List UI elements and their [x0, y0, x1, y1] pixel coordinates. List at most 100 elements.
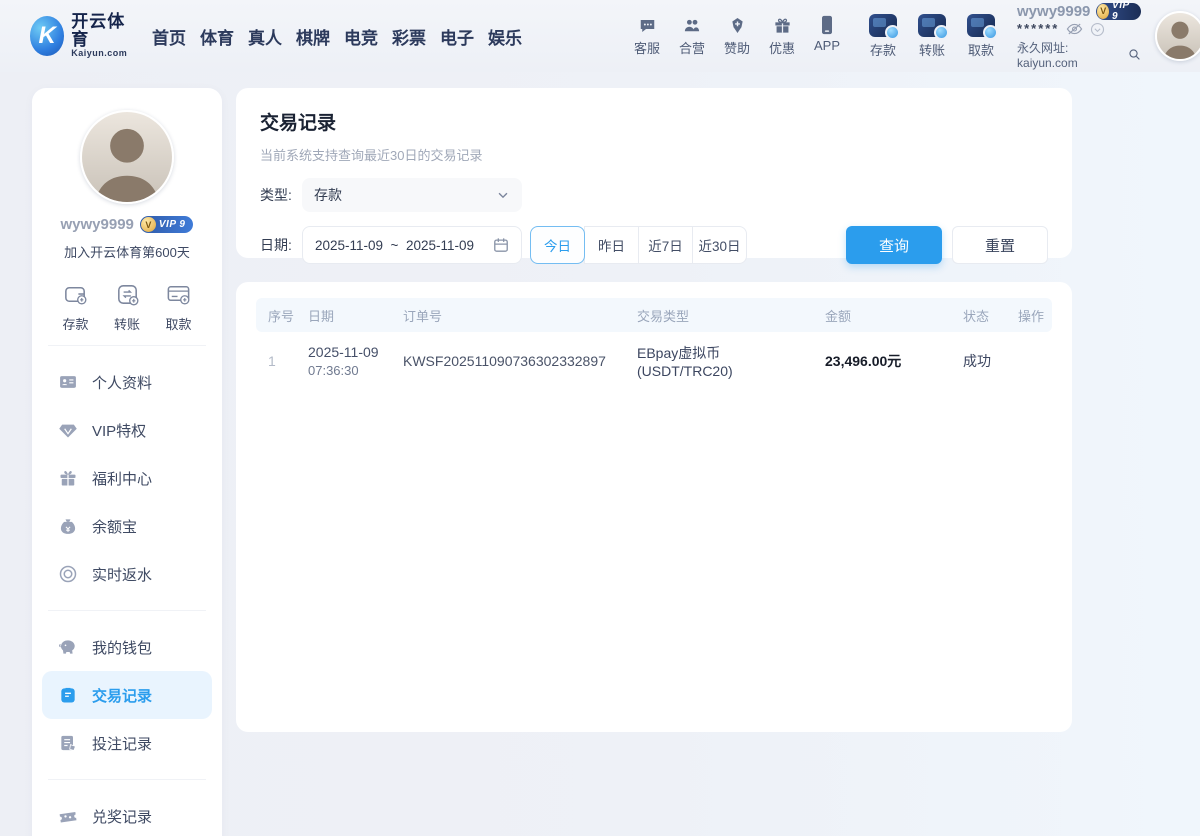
action-label: 取款 [165, 317, 192, 332]
menu-label: 投注记录 [92, 735, 153, 753]
nav-board-games[interactable]: 棋牌 [293, 20, 333, 53]
support-button[interactable]: 客服 [629, 15, 665, 57]
profile-vip-badge: V VIP 9 [139, 216, 194, 233]
nav-live-casino[interactable]: 真人 [245, 20, 285, 53]
tool-label: APP [814, 38, 841, 53]
nav-lottery[interactable]: 彩票 [389, 20, 429, 53]
menu-label: 个人资料 [92, 374, 153, 392]
sidebar-item-wallet[interactable]: 我的钱包 [42, 623, 212, 671]
row-amount: 23,496.00元 [825, 353, 902, 369]
nav-entertainment[interactable]: 娱乐 [485, 20, 525, 53]
vip-icon [58, 420, 78, 440]
divider [48, 345, 206, 346]
nav-home[interactable]: 首页 [149, 20, 189, 53]
deposit-outline-icon [62, 281, 89, 308]
promo-button[interactable]: 优惠 [764, 15, 800, 57]
preset-30days[interactable]: 近30日 [692, 226, 747, 264]
page: K 开云体育 Kaiyun.com 首页 体育 真人 棋牌 电竞 彩票 电子 娱… [0, 0, 1200, 836]
preset-today[interactable]: 今日 [530, 226, 585, 264]
transactions-icon [58, 685, 78, 705]
eye-off-icon[interactable] [1066, 22, 1083, 36]
nav-slots[interactable]: 电子 [437, 20, 477, 53]
preset-7days[interactable]: 近7日 [638, 226, 693, 264]
user-block: wywy9999 V VIP 9 ****** 永久网址: kaiyun.com [1017, 0, 1141, 70]
tool-label: 赞助 [724, 41, 751, 56]
yuebao-icon [58, 516, 78, 536]
col-status: 状态 [951, 298, 1006, 332]
partner-button[interactable]: 合营 [674, 15, 710, 57]
top-tools: 客服 合营 赞助 优惠 APP [629, 15, 845, 57]
menu-label: 兑奖记录 [92, 808, 153, 826]
sponsor-button[interactable]: 赞助 [719, 15, 755, 57]
action-label: 转账 [113, 317, 140, 332]
tool-label: 客服 [634, 41, 661, 56]
deposit-button[interactable]: 存款 [865, 13, 901, 59]
query-button[interactable]: 查询 [846, 226, 942, 264]
magnifier-icon[interactable] [1128, 48, 1141, 61]
wallet-icon [58, 637, 78, 657]
vip-crest-icon: V [140, 217, 156, 232]
app-button[interactable]: APP [809, 15, 845, 57]
nav-esports[interactable]: 电竞 [341, 20, 381, 53]
permanent-url[interactable]: 永久网址: kaiyun.com [1017, 39, 1125, 70]
sidebar-item-profile[interactable]: 个人资料 [42, 358, 212, 406]
tool-label: 转账 [919, 42, 946, 58]
vip-badge: V VIP 9 [1096, 0, 1141, 22]
preset-yesterday[interactable]: 昨日 [584, 226, 639, 264]
masked-balance: ****** [1017, 21, 1060, 36]
col-action: 操作 [1006, 298, 1052, 332]
date-range-picker[interactable]: 2025-11-09 ~ 2025-11-09 [302, 226, 522, 264]
reset-button[interactable]: 重置 [952, 226, 1048, 264]
sidebar-item-redeem[interactable]: 兑奖记录 [42, 792, 212, 836]
sidebar-item-rebate[interactable]: 实时返水 [42, 550, 212, 598]
deposit-action[interactable]: 存款 [62, 281, 89, 333]
username[interactable]: wywy9999 [1017, 3, 1090, 20]
sidebar-item-yuebao[interactable]: 余额宝 [42, 502, 212, 550]
col-date: 日期 [296, 298, 391, 332]
row-time: 07:36:30 [308, 362, 359, 378]
type-filter-row: 类型: 存款 [260, 178, 1048, 212]
transfer-button[interactable]: 转账 [914, 13, 950, 59]
records-table: 序号 日期 订单号 交易类型 金额 状态 操作 1 2025-11-09 07:… [256, 298, 1052, 390]
transfer-outline-icon [114, 281, 141, 308]
profile-avatar[interactable] [80, 110, 174, 204]
date-filter-row: 日期: 2025-11-09 ~ 2025-11-09 今日 昨日 近7日 近3… [260, 226, 1048, 264]
menu-label: VIP特权 [92, 422, 147, 440]
filter-buttons: 查询 重置 [846, 226, 1048, 264]
page-subtitle: 当前系统支持查询最近30日的交易记录 [260, 148, 483, 163]
filter-card: 交易记录 当前系统支持查询最近30日的交易记录 类型: 存款 日期: 2025-… [236, 88, 1072, 264]
tool-label: 优惠 [769, 41, 796, 56]
date-range-presets: 今日 昨日 近7日 近30日 [530, 226, 747, 264]
user-avatar[interactable] [1154, 11, 1200, 61]
sidebar-item-bets[interactable]: 投注记录 [42, 719, 212, 767]
top-bar: K 开云体育 Kaiyun.com 首页 体育 真人 棋牌 电竞 彩票 电子 娱… [0, 0, 1200, 72]
sponsor-icon [728, 15, 747, 35]
transfer-action[interactable]: 转账 [114, 281, 141, 333]
site-logo[interactable]: K 开云体育 Kaiyun.com [30, 13, 133, 58]
sidebar-item-transactions[interactable]: 交易记录 [42, 671, 212, 719]
withdraw-action[interactable]: 取款 [165, 281, 192, 333]
sidebar-item-welfare[interactable]: 福利中心 [42, 454, 212, 502]
refresh-circle-icon[interactable] [1090, 22, 1105, 37]
withdraw-button[interactable]: 取款 [963, 13, 999, 59]
logo-text: 开云体育 Kaiyun.com [71, 13, 133, 58]
sidebar-quick-actions: 存款 转账 取款 [32, 281, 222, 333]
welfare-icon [58, 468, 78, 488]
app-icon [820, 15, 834, 35]
table-header-row: 序号 日期 订单号 交易类型 金额 状态 操作 [256, 298, 1052, 332]
sidebar-menu: 个人资料 VIP特权 福利中心 余额宝 实时返水 [32, 358, 222, 598]
sidebar-menu: 我的钱包 交易记录 投注记录 [32, 623, 222, 767]
chevron-down-icon [496, 188, 510, 202]
col-no: 序号 [256, 298, 296, 332]
deposit-icon [869, 13, 901, 40]
type-select-value: 存款 [314, 187, 342, 203]
row-date: 2025-11-09 [308, 343, 379, 360]
nav-sports[interactable]: 体育 [197, 20, 237, 53]
main-nav: 首页 体育 真人 棋牌 电竞 彩票 电子 娱乐 [149, 20, 525, 53]
menu-label: 实时返水 [92, 566, 153, 584]
records-card: 序号 日期 订单号 交易类型 金额 状态 操作 1 2025-11-09 07:… [236, 282, 1072, 732]
sidebar-item-vip[interactable]: VIP特权 [42, 406, 212, 454]
sidebar: wywy9999 V VIP 9 加入开云体育第600天 存款 转账 取款 个人… [32, 88, 222, 836]
type-select[interactable]: 存款 [302, 178, 522, 212]
col-order: 订单号 [391, 298, 625, 332]
